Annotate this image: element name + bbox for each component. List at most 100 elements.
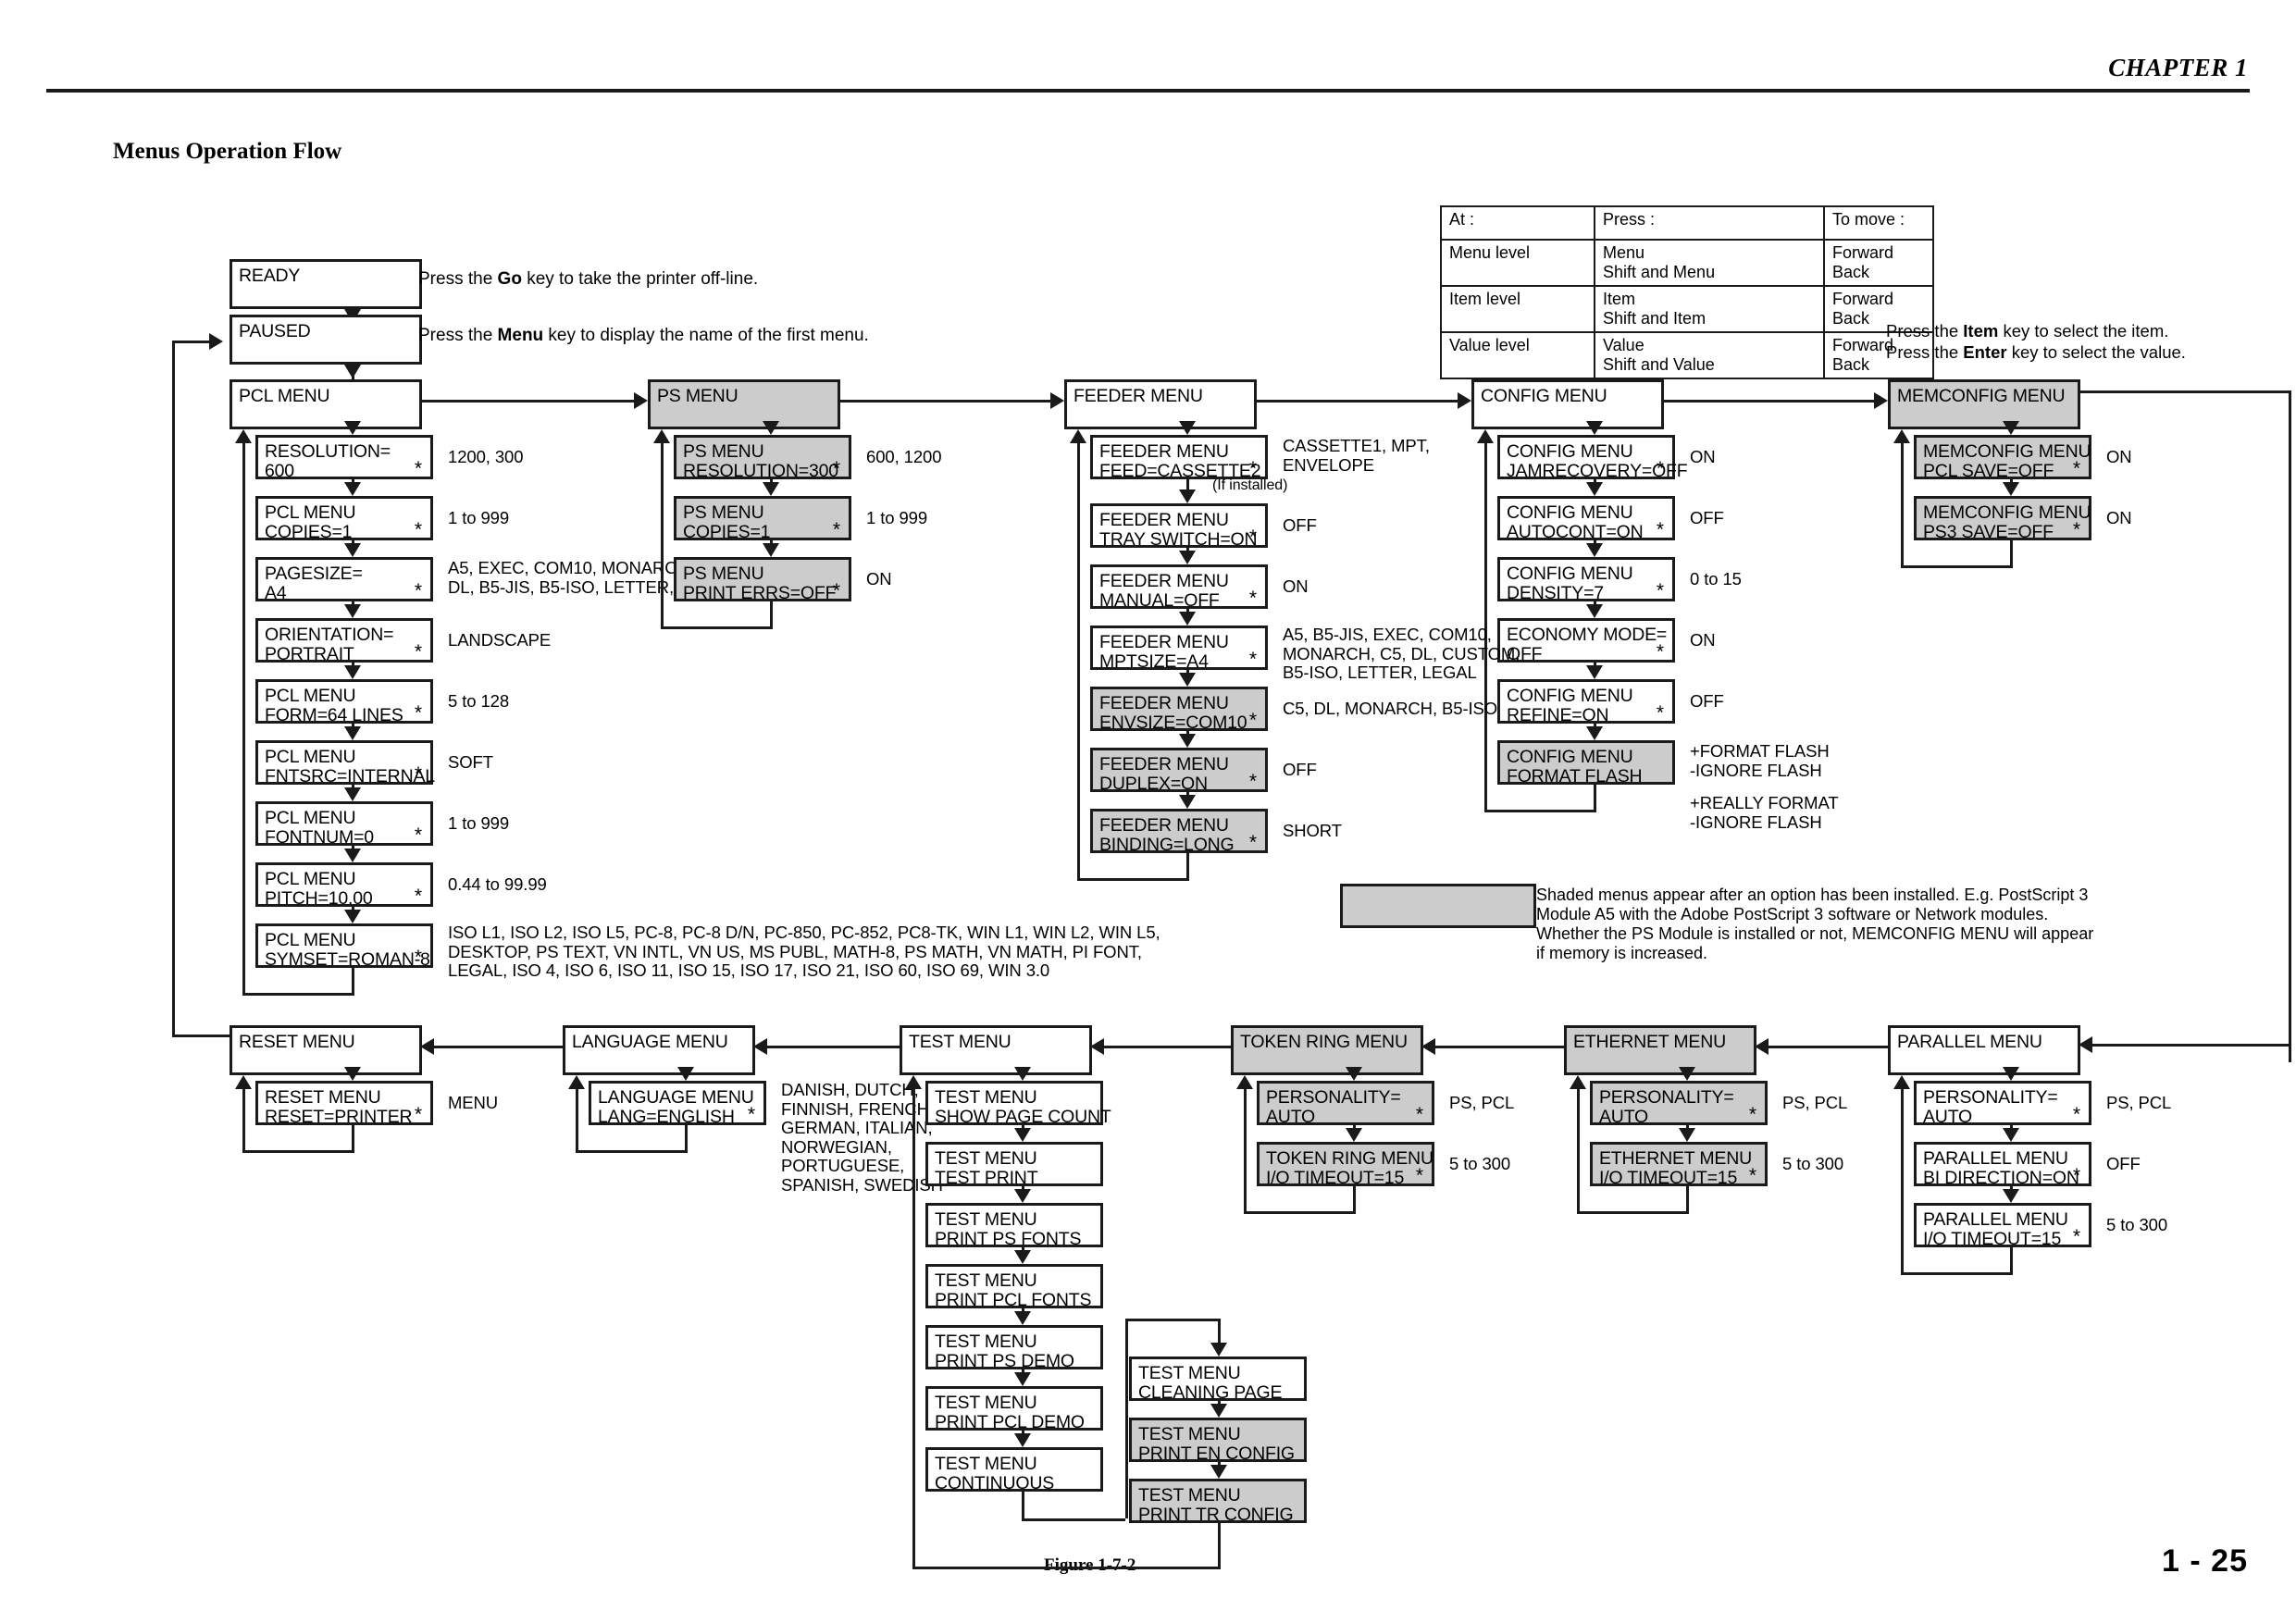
feeder-menu-item-5[interactable]: FEEDER MENU DUPLEX=ON * — [1090, 748, 1268, 794]
box-line-2: REFINE=ON — [1507, 705, 1609, 725]
connector-line — [434, 1046, 563, 1048]
state-box-paused[interactable]: PAUSED — [230, 315, 422, 365]
language-menu-item-0[interactable]: LANGUAGE MENU LANG=ENGLISH * — [589, 1081, 766, 1127]
pcl-menu-item-4[interactable]: PCL MENU FORM=64 LINES * — [255, 679, 433, 725]
connector-line — [1769, 1046, 1888, 1048]
arrow-down-icon — [1210, 1343, 1227, 1357]
note-item-pre: Press the — [1886, 321, 1964, 341]
pcl-menu-item-0[interactable]: RESOLUTION= 600 * — [255, 435, 433, 481]
box-line-1: FEEDER MENU — [1099, 693, 1229, 713]
parallel-menu-item-1[interactable]: PARALLEL MENU BI DIRECTION=ON * — [1914, 1142, 2091, 1187]
pcl-menu-header-box[interactable]: PCL MENU — [230, 379, 422, 429]
connector-line — [242, 443, 245, 993]
default-value-star-icon: * — [414, 580, 422, 601]
test-menu-item-5[interactable]: TEST MENU PRINT PCL DEMO — [925, 1386, 1103, 1431]
cell-at: Menu level — [1440, 239, 1595, 287]
test-menu-sub-item-1[interactable]: TEST MENU PRINT EN CONFIG — [1129, 1418, 1307, 1463]
parallel-menu-header-box[interactable]: PARALLEL MENU — [1888, 1025, 2080, 1075]
connector-line — [2289, 390, 2291, 1062]
box-line-2: 600 — [265, 461, 294, 481]
test-menu-item-1[interactable]: TEST MENU TEST PRINT — [925, 1142, 1103, 1187]
box-line-2: SYMSET=ROMAN-8 — [265, 949, 430, 970]
ps-menu-item-1[interactable]: PS MENU COPIES=1 * — [674, 496, 851, 541]
arrow-down-icon — [344, 849, 361, 862]
token-ring-menu-header-box[interactable]: TOKEN RING MENU — [1231, 1025, 1423, 1075]
default-value-star-icon: * — [414, 763, 422, 785]
test-menu-item-6[interactable]: TEST MENU CONTINUOUS — [925, 1447, 1103, 1493]
config-menu-item-2[interactable]: CONFIG MENU DENSITY=7 * — [1497, 557, 1675, 602]
arrow-down-icon — [344, 1067, 361, 1081]
connector-line — [1435, 1046, 1564, 1048]
memconfig-menu-item-1[interactable]: MEMCONFIG MENU PS3 SAVE=OFF * — [1914, 496, 2091, 541]
box-line-2: LANG=ENGLISH — [598, 1107, 735, 1127]
connector-line — [1484, 810, 1596, 812]
parallel-menu-item-2[interactable]: PARALLEL MENU I/O TIMEOUT=15 * — [1914, 1203, 2091, 1248]
connector-line — [685, 1125, 688, 1153]
test-menu-header-box[interactable]: TEST MENU — [900, 1025, 1092, 1075]
test-menu-item-3[interactable]: TEST MENU PRINT PCL FONTS — [925, 1264, 1103, 1309]
test-menu-sub-item-0[interactable]: TEST MENU CLEANING PAGE — [1129, 1357, 1307, 1402]
test-menu-item-0[interactable]: TEST MENU SHOW PAGE COUNT — [925, 1081, 1111, 1126]
default-value-star-icon: * — [1248, 710, 1257, 731]
connector-line — [352, 968, 354, 996]
ps-menu-item-0[interactable]: PS MENU RESOLUTION=300 * — [674, 435, 851, 481]
config-menu-item-3[interactable]: ECONOMY MODE= OFF * — [1497, 618, 1675, 663]
feeder-menu-item-2[interactable]: FEEDER MENU MANUAL=OFF * — [1090, 564, 1268, 610]
test-menu-item-2[interactable]: TEST MENU PRINT PS FONTS — [925, 1203, 1103, 1248]
ps-menu-item-2[interactable]: PS MENU PRINT ERRS=OFF * — [674, 557, 851, 603]
config-menu-item-5[interactable]: CONFIG MENU FORMAT FLASH — [1497, 740, 1675, 786]
pcl-menu-item-6[interactable]: PCL MENU FONTNUM=0 * — [255, 801, 433, 847]
default-value-star-icon: * — [832, 580, 840, 601]
state-box-ready[interactable]: READY — [230, 259, 422, 309]
connector-line — [912, 1567, 1221, 1569]
pcl-menu-item-1[interactable]: PCL MENU COPIES=1 * — [255, 496, 433, 541]
config-menu-header-box[interactable]: CONFIG MENU — [1471, 379, 1664, 429]
test-menu-sub-item-2[interactable]: TEST MENU PRINT TR CONFIG — [1129, 1479, 1307, 1524]
box-line-1: CONFIG MENU — [1507, 502, 1633, 523]
feeder-menu-item-3[interactable]: FEEDER MENU MPTSIZE=A4 * — [1090, 626, 1268, 671]
test-menu-item-4[interactable]: TEST MENU PRINT PS DEMO — [925, 1325, 1103, 1370]
pcl-menu-item-3[interactable]: ORIENTATION= PORTRAIT * — [255, 618, 433, 663]
ethernet-menu-item-1[interactable]: ETHERNET MENU I/O TIMEOUT=15 * — [1590, 1142, 1768, 1187]
pcl-menu-item-8[interactable]: PCL MENU SYMSET=ROMAN-8 * — [255, 923, 433, 970]
arrow-down-icon — [1586, 421, 1603, 435]
box-line-1: ETHERNET MENU — [1599, 1148, 1752, 1169]
config-menu-item-0[interactable]: CONFIG MENU JAMRECOVERY=OFF * — [1497, 435, 1688, 480]
box-line-2: RESOLUTION=300 — [683, 461, 838, 481]
box-line-1: TEST MENU — [1138, 1485, 1241, 1505]
token-ring-menu-item-0[interactable]: PERSONALITY= AUTO * — [1257, 1081, 1434, 1126]
default-value-star-icon: * — [414, 1104, 422, 1125]
reset-menu-header-box[interactable]: RESET MENU — [230, 1025, 422, 1075]
reset-menu-item-0[interactable]: RESET MENU RESET=PRINTER * — [255, 1081, 433, 1126]
config-menu-item-1[interactable]: CONFIG MENU AUTOCONT=ON * — [1497, 496, 1675, 541]
language-menu-header-box[interactable]: LANGUAGE MENU — [563, 1025, 755, 1075]
feeder-menu-item-4[interactable]: FEEDER MENU ENVSIZE=COM10 * — [1090, 687, 1268, 732]
feeder-menu-item-6[interactable]: FEEDER MENU BINDING=LONG * — [1090, 809, 1268, 854]
press-go-pre: Press the — [418, 269, 498, 289]
value-options-note: SOFT — [448, 752, 493, 772]
ethernet-menu-header-box[interactable]: ETHERNET MENU — [1564, 1025, 1756, 1075]
feeder-menu-item-1[interactable]: FEEDER MENU TRAY SWITCH=ON * — [1090, 503, 1268, 549]
feeder-menu-item-0[interactable]: FEEDER MENU FEED=CASSETTE2 * — [1090, 435, 1268, 480]
memconfig-menu-item-0[interactable]: MEMCONFIG MENU PCL SAVE=OFF * — [1914, 435, 2091, 480]
pcl-menu-item-5[interactable]: PCL MENU FNTSRC=INTERNAL * — [255, 740, 435, 786]
note-enter-post: key to select the value. — [2006, 342, 2186, 362]
ps-menu-header-box[interactable]: PS MENU — [648, 379, 840, 429]
box-line-2: DUPLEX=ON — [1099, 774, 1208, 794]
feeder-menu-header-box[interactable]: FEEDER MENU — [1064, 379, 1257, 429]
arrow-down-icon — [344, 482, 361, 496]
box-line-1: CONFIG MENU — [1507, 747, 1633, 767]
pcl-menu-item-2[interactable]: PAGESIZE= A4 * — [255, 557, 433, 602]
ethernet-menu-item-0[interactable]: PERSONALITY= AUTO * — [1590, 1081, 1768, 1126]
box-line-2: PRINT ERRS=OFF — [683, 583, 837, 603]
token-ring-menu-item-1[interactable]: TOKEN RING MENU I/O TIMEOUT=15 * — [1257, 1142, 1434, 1187]
memconfig-menu-header-box[interactable]: MEMCONFIG MENU — [1888, 379, 2080, 429]
arrow-down-icon — [763, 543, 779, 557]
parallel-menu-item-0[interactable]: PERSONALITY= AUTO * — [1914, 1081, 2091, 1126]
arrow-left-icon — [2079, 1036, 2092, 1053]
pcl-menu-item-7[interactable]: PCL MENU PITCH=10.00 * — [255, 862, 433, 908]
default-value-star-icon: * — [1656, 458, 1664, 479]
config-menu-item-4[interactable]: CONFIG MENU REFINE=ON * — [1497, 679, 1675, 725]
arrow-down-icon — [344, 665, 361, 679]
box-line-1: PS MENU — [657, 386, 738, 406]
